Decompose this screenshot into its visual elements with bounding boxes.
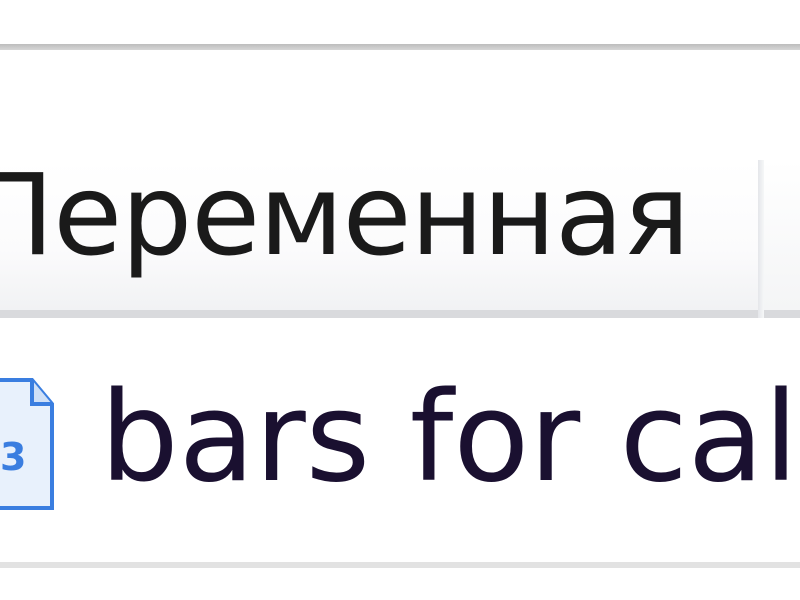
file-name: bars for cal: [100, 366, 799, 510]
file-list-view: Переменная 3 bars for cal: [0, 0, 800, 600]
document-icon: 3: [0, 358, 60, 518]
toolbar-area: [0, 50, 800, 160]
svg-text:3: 3: [0, 435, 26, 479]
row-divider: [0, 562, 800, 568]
list-item[interactable]: 3 bars for cal: [0, 318, 800, 568]
column-header-next[interactable]: [764, 160, 800, 318]
column-header-label: Переменная: [0, 151, 690, 281]
